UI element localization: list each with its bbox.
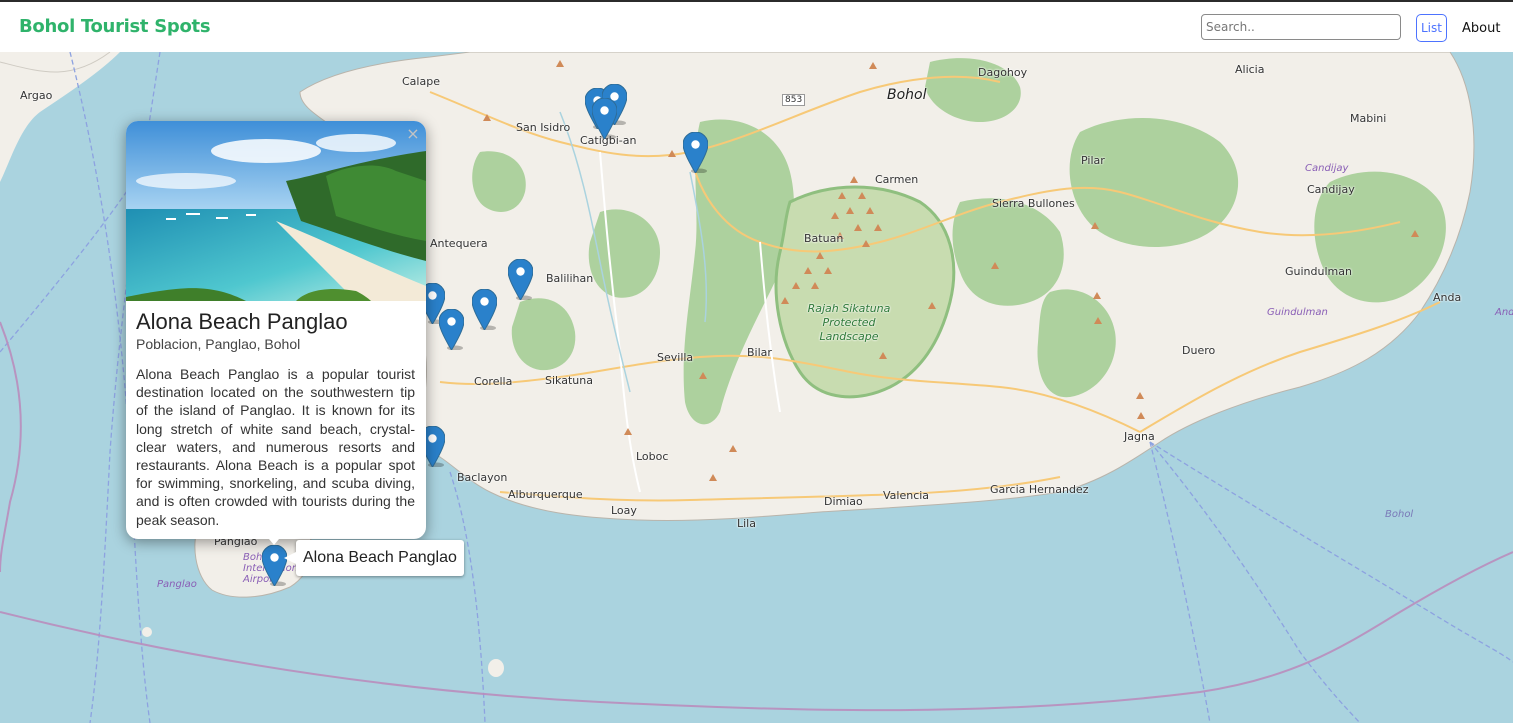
place-label: Candijay — [1307, 183, 1355, 196]
road-shield: 853 — [782, 94, 806, 106]
list-button[interactable]: List — [1416, 14, 1447, 42]
place-label: Antequera — [430, 237, 488, 250]
place-label: Candijay — [1305, 163, 1349, 174]
brand-title[interactable]: Bohol Tourist Spots — [19, 16, 211, 37]
place-label: Sierra Bullones — [992, 197, 1075, 210]
place-popup: × Alona Beach Panglao Poblacion, Panglao… — [126, 121, 426, 539]
about-link[interactable]: About — [1462, 21, 1500, 36]
map-marker[interactable] — [592, 98, 617, 139]
place-label: Calape — [402, 75, 440, 88]
place-label: Corella — [474, 375, 513, 388]
place-label: Bohol — [887, 87, 927, 103]
place-label: Alburquerque — [508, 488, 583, 501]
place-label: Carmen — [875, 173, 919, 186]
place-label: Argao — [20, 89, 53, 102]
place-label: Baclayon — [457, 471, 508, 484]
place-label: San Isidro — [516, 121, 571, 134]
place-label: Garcia Hernandez — [990, 483, 1089, 496]
place-label: Dimiao — [824, 495, 863, 508]
place-label: Balilihan — [546, 272, 594, 285]
search-input[interactable] — [1201, 14, 1401, 40]
place-label: Dagohoy — [978, 66, 1028, 79]
place-label: Bilar — [747, 346, 772, 359]
place-label: Bohol — [1385, 509, 1414, 520]
place-label: Loboc — [636, 450, 669, 463]
map-marker[interactable] — [439, 309, 464, 350]
place-label: Mabini — [1350, 112, 1387, 125]
place-label: Valencia — [883, 489, 930, 502]
place-label: Alicia — [1235, 63, 1265, 76]
place-label: Sikatuna — [545, 374, 593, 387]
place-label: Anda — [1495, 307, 1513, 318]
navbar: Bohol Tourist Spots List About — [0, 0, 1513, 52]
place-label: Anda — [1433, 291, 1462, 304]
popup-description: Alona Beach Panglao is a popular tourist… — [136, 366, 415, 528]
place-label: Loay — [611, 504, 637, 517]
place-label: Pilar — [1081, 154, 1105, 167]
place-label: Duero — [1182, 344, 1216, 357]
map-marker[interactable] — [508, 259, 533, 300]
map-marker[interactable] — [683, 132, 708, 173]
close-icon[interactable]: × — [405, 126, 421, 142]
popup-tip — [264, 533, 284, 545]
place-label: Jagna — [1124, 430, 1155, 443]
place-label: Sevilla — [657, 351, 694, 364]
map-marker[interactable] — [472, 289, 497, 330]
place-label: Lila — [737, 517, 756, 530]
place-label: Batuan — [804, 232, 844, 245]
marker-tooltip: Alona Beach Panglao — [284, 540, 464, 576]
place-label: Guindulman — [1285, 265, 1352, 278]
popup-address: Poblacion, Panglao, Bohol — [136, 336, 301, 352]
beach-photo — [126, 121, 426, 301]
popup-title: Alona Beach Panglao — [136, 309, 348, 334]
place-label: Guindulman — [1267, 307, 1328, 318]
park-label: Rajah Sikatuna Protected Landscape — [807, 302, 891, 343]
place-label: Panglao — [157, 579, 197, 590]
